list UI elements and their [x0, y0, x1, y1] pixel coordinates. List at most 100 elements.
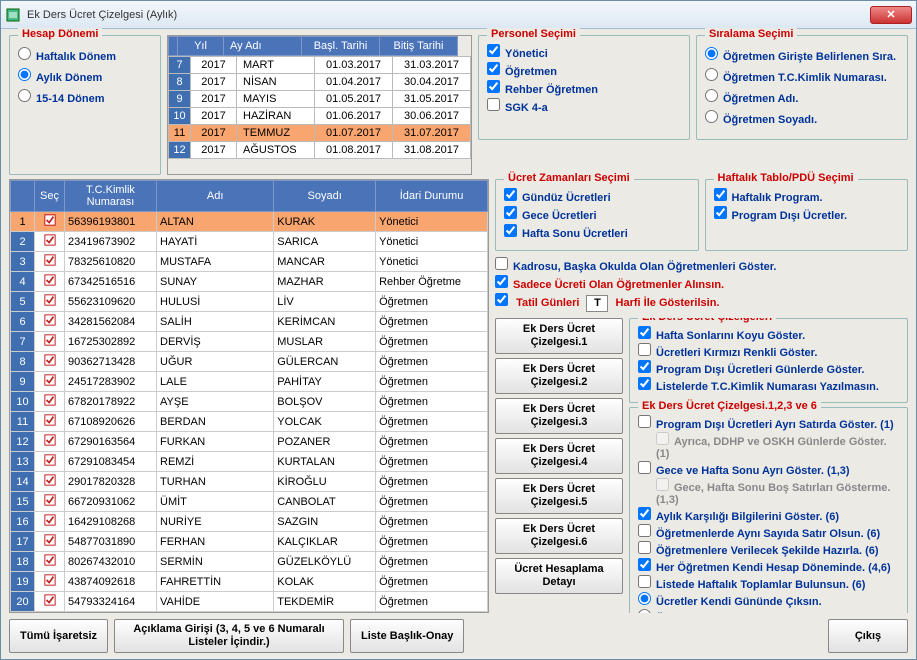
teacher-select-icon[interactable] [35, 512, 65, 532]
teacher-select-icon[interactable] [35, 272, 65, 292]
teacher-row[interactable]: 1 56396193801 ALTAN KURAK Yönetici [11, 212, 488, 232]
teacher-select-icon[interactable] [35, 232, 65, 252]
teacher-select-icon[interactable] [35, 212, 65, 232]
chk-ogretmen[interactable]: Öğretmen [487, 62, 681, 78]
radio-kendi-gun[interactable]: Ücretler Kendi Gününde Çıksın. [638, 592, 899, 608]
chk-tatil-gunleri[interactable]: Tatil Günleri Harfi İle Gösterilsin. [495, 293, 908, 312]
teachers-scroll[interactable]: Seç T.C.Kimlik Numarası Adı Soyadı İdari… [9, 179, 489, 613]
month-row[interactable]: 11 2017 TEMMUZ 01.07.2017 31.07.2017 [169, 125, 471, 142]
chk-ayni-sayida-satir[interactable]: Öğretmenlerde Aynı Sayıda Satır Olsun. (… [638, 524, 899, 540]
teacher-select-icon[interactable] [35, 552, 65, 572]
btn-liste-baslik-onay[interactable]: Liste Başlık-Onay [350, 619, 464, 653]
chk-pdu-ayri-satir[interactable]: Program Dışı Ücretleri Ayrı Satırda Göst… [638, 415, 899, 431]
btn-tumu-isaretsiz[interactable]: Tümü İşaretsiz [9, 619, 108, 653]
teacher-select-icon[interactable] [35, 412, 65, 432]
teachers-col-sec[interactable]: Seç [35, 181, 65, 212]
chk-yonetici[interactable]: Yönetici [487, 44, 681, 60]
months-col-yil[interactable]: Yıl [178, 37, 224, 56]
close-button[interactable]: ✕ [870, 6, 912, 24]
radio-aylik[interactable]: Aylık Dönem [18, 68, 152, 84]
radio-sira-adi[interactable]: Öğretmen Adı. [705, 89, 899, 105]
teacher-row[interactable]: 11 67108920626 BERDAN YOLCAK Öğretmen [11, 412, 488, 432]
teachers-col-soyadi[interactable]: Soyadı [274, 181, 376, 212]
chk-haftalik-program[interactable]: Haftalık Program. [714, 188, 900, 204]
btn-cizelge-2[interactable]: Ek Ders Ücret Çizelgesi.2 [495, 358, 623, 394]
teacher-row[interactable]: 9 24517283902 LALE PAHİTAY Öğretmen [11, 372, 488, 392]
teacher-row[interactable]: 5 55623109620 HULUSİ LİV Öğretmen [11, 292, 488, 312]
teacher-row[interactable]: 4 67342516516 SUNAY MAZHAR Rehber Öğretm… [11, 272, 488, 292]
teacher-row[interactable]: 6 34281562084 SALİH KERİMCAN Öğretmen [11, 312, 488, 332]
teacher-select-icon[interactable] [35, 532, 65, 552]
months-table[interactable]: Yıl Ay Adı Başl. Tarihi Bitiş Tarihi 7 2… [167, 35, 472, 175]
btn-cizelge-5[interactable]: Ek Ders Ücret Çizelgesi.5 [495, 478, 623, 514]
teacher-row[interactable]: 16 16429108268 NURİYE SAZGIN Öğretmen [11, 512, 488, 532]
radio-sira-tc[interactable]: Öğretmen T.C.Kimlik Numarası. [705, 68, 899, 84]
teacher-row[interactable]: 14 29017820328 TURHAN KİROĞLU Öğretmen [11, 472, 488, 492]
teacher-row[interactable]: 10 67820178922 AYŞE BOLŞOV Öğretmen [11, 392, 488, 412]
radio-15-14[interactable]: 15-14 Dönem [18, 89, 152, 105]
chk-kendi-hesap-donemi[interactable]: Her Öğretmen Kendi Hesap Döneminde. (4,6… [638, 558, 899, 574]
chk-sgk[interactable]: SGK 4-a [487, 98, 681, 114]
months-col-bas[interactable]: Başl. Tarihi [302, 37, 380, 56]
teacher-select-icon[interactable] [35, 252, 65, 272]
teacher-row[interactable]: 3 78325610820 MUSTAFA MANCAR Yönetici [11, 252, 488, 272]
teacher-select-icon[interactable] [35, 592, 65, 612]
months-col-idx[interactable] [169, 37, 178, 56]
chk-pdu-gunlerde[interactable]: Program Dışı Ücretleri Günlerde Göster. [638, 360, 899, 376]
month-row[interactable]: 10 2017 HAZİRAN 01.06.2017 30.06.2017 [169, 108, 471, 125]
teacher-row[interactable]: 8 90362713428 UĞUR GÜLERCAN Öğretmen [11, 352, 488, 372]
teacher-row[interactable]: 12 67290163564 FURKAN POZANER Öğretmen [11, 432, 488, 452]
teacher-row[interactable]: 19 43874092618 FAHRETTİN KOLAK Öğretmen [11, 572, 488, 592]
month-row[interactable]: 8 2017 NİSAN 01.04.2017 30.04.2017 [169, 74, 471, 91]
teacher-select-icon[interactable] [35, 572, 65, 592]
chk-sadece-ucreti-olan[interactable]: Sadece Ücreti Olan Öğretmenler Alınsın. [495, 275, 908, 291]
chk-aylik-karsilik[interactable]: Aylık Karşılığı Bilgilerini Göster. (6) [638, 507, 899, 523]
month-row[interactable]: 9 2017 MAYIS 01.05.2017 31.05.2017 [169, 91, 471, 108]
tatil-harfi-input[interactable] [586, 295, 608, 312]
teachers-table[interactable]: Seç T.C.Kimlik Numarası Adı Soyadı İdari… [10, 180, 488, 613]
teacher-select-icon[interactable] [35, 472, 65, 492]
chk-gece[interactable]: Gece Ücretleri [504, 206, 690, 222]
chk-pdu[interactable]: Program Dışı Ücretler. [714, 206, 900, 222]
btn-cizelge-6[interactable]: Ek Ders Ücret Çizelgesi.6 [495, 518, 623, 554]
teacher-row[interactable]: 13 67291083454 REMZİ KURTALAN Öğretmen [11, 452, 488, 472]
teacher-select-icon[interactable] [35, 312, 65, 332]
teacher-select-icon[interactable] [35, 352, 65, 372]
chk-gunduz[interactable]: Gündüz Ücretleri [504, 188, 690, 204]
teacher-row[interactable]: 20 54793324164 VAHİDE TEKDEMİR Öğretmen [11, 592, 488, 612]
chk-haftalik-toplam[interactable]: Listede Haftalık Toplamlar Bulunsun. (6) [638, 575, 899, 591]
chk-haftasonu[interactable]: Hafta Sonu Ücretleri [504, 224, 690, 240]
radio-haftalik[interactable]: Haftalık Dönem [18, 47, 152, 63]
chk-gece-haftasonu-ayri[interactable]: Gece ve Hafta Sonu Ayrı Göster. (1,3) [638, 461, 899, 477]
chk-kadro-baska-okul[interactable]: Kadrosu, Başka Okulda Olan Öğretmenleri … [495, 257, 908, 273]
chk-rehber[interactable]: Rehber Öğretmen [487, 80, 681, 96]
teacher-select-icon[interactable] [35, 332, 65, 352]
btn-cizelge-4[interactable]: Ek Ders Ücret Çizelgesi.4 [495, 438, 623, 474]
chk-tc-yazilmasin[interactable]: Listelerde T.C.Kimlik Numarası Yazılması… [638, 377, 899, 393]
months-scroll[interactable]: 7 2017 MART 01.03.2017 31.03.20178 2017 … [168, 56, 471, 174]
chk-haftasonu-koyu[interactable]: Hafta Sonlarını Koyu Göster. [638, 326, 899, 342]
month-row[interactable]: 12 2017 AĞUSTOS 01.08.2017 31.08.2017 [169, 142, 471, 159]
radio-sira-giris[interactable]: Öğretmen Girişte Belirlenen Sıra. [705, 47, 899, 63]
month-row[interactable]: 7 2017 MART 01.03.2017 31.03.2017 [169, 57, 471, 74]
btn-cizelge-3[interactable]: Ek Ders Ücret Çizelgesi.3 [495, 398, 623, 434]
titlebar[interactable]: Ek Ders Ücret Çizelgesi (Aylık) ✕ [1, 1, 916, 29]
radio-haftaya-esit[interactable]: Ücretler Haftaya Eşit Dağıtılsın. [638, 609, 899, 614]
teacher-row[interactable]: 15 66720931062 ÜMİT CANBOLAT Öğretmen [11, 492, 488, 512]
teachers-col-idx[interactable] [11, 181, 35, 212]
teacher-select-icon[interactable] [35, 432, 65, 452]
teacher-select-icon[interactable] [35, 452, 65, 472]
radio-sira-soyadi[interactable]: Öğretmen Soyadı. [705, 110, 899, 126]
teachers-col-idari[interactable]: İdari Durumu [376, 181, 488, 212]
btn-cizelge-1[interactable]: Ek Ders Ücret Çizelgesi.1 [495, 318, 623, 354]
teacher-row[interactable]: 18 80267432010 SERMİN GÜZELKÖYLÜ Öğretme… [11, 552, 488, 572]
chk-ucret-kirmizi[interactable]: Ücretleri Kırmızı Renkli Göster. [638, 343, 899, 359]
teacher-row[interactable]: 2 23419673902 HAYATİ SARICA Yönetici [11, 232, 488, 252]
teacher-select-icon[interactable] [35, 392, 65, 412]
btn-cikis[interactable]: Çıkış [828, 619, 908, 653]
chk-verilecek-sekilde[interactable]: Öğretmenlere Verilecek Şekilde Hazırla. … [638, 541, 899, 557]
teacher-select-icon[interactable] [35, 292, 65, 312]
teacher-select-icon[interactable] [35, 372, 65, 392]
teachers-col-tc[interactable]: T.C.Kimlik Numarası [65, 181, 157, 212]
months-col-ay[interactable]: Ay Adı [224, 37, 302, 56]
